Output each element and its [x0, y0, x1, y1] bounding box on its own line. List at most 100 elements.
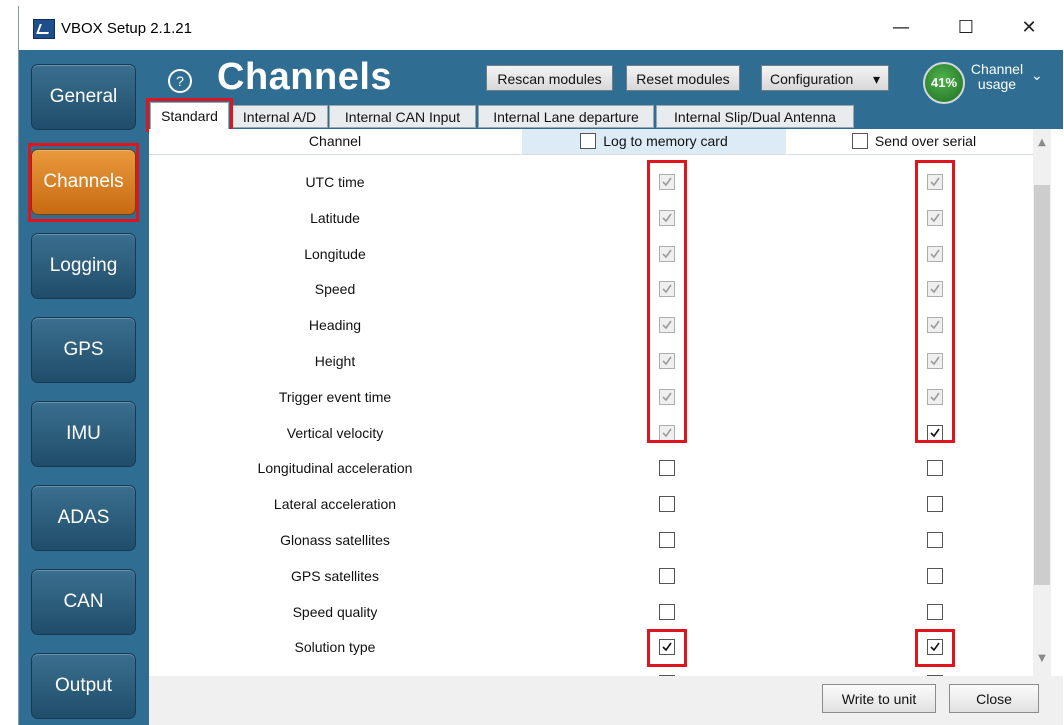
log-checkbox [659, 209, 675, 226]
nav-logging-button[interactable]: Logging [31, 233, 136, 299]
tab-standard[interactable]: Standard [150, 102, 229, 129]
channels-table: Channel Log to memory card Send over ser… [149, 129, 1063, 676]
checkmark-icon [662, 284, 672, 294]
log-checkbox [659, 353, 675, 369]
header-bar: ? Channels Rescan modules Reset modules … [147, 50, 1063, 104]
checkmark-icon [930, 320, 940, 330]
footer-bar: Write to unit Close [149, 676, 1063, 725]
serial-all-checkbox[interactable] [851, 132, 868, 149]
channel-name: Speed [314, 281, 356, 298]
scroll-up-icon[interactable]: ▲ [1033, 137, 1051, 148]
channel-name: Lateral acceleration [273, 496, 397, 513]
checkmark-icon [662, 320, 672, 330]
log-all-checkbox[interactable] [580, 132, 597, 149]
serial-checkbox[interactable] [927, 603, 943, 620]
close-window-button[interactable]: ✕ [1009, 14, 1049, 42]
vertical-scrollbar[interactable]: ▲ ▼ [1033, 129, 1051, 676]
checkmark-icon [930, 213, 940, 223]
serial-checkbox [927, 317, 943, 334]
checkmark-icon [662, 356, 672, 366]
checkmark-icon [930, 284, 940, 294]
log-checkbox[interactable] [659, 460, 675, 477]
nav-adas-button[interactable]: ADAS [31, 485, 136, 551]
help-icon[interactable]: ? [168, 69, 192, 93]
channel-usage-label: Channel usage [970, 61, 1024, 92]
nav-output-button[interactable]: Output [31, 653, 136, 719]
channel-name: Longitude [304, 245, 366, 262]
configuration-label: Configuration [770, 71, 854, 87]
scroll-thumb[interactable] [1034, 185, 1050, 585]
log-checkbox [659, 281, 675, 298]
log-checkbox [659, 245, 675, 262]
close-button[interactable]: Close [949, 684, 1039, 713]
title-bar: VBOX Setup 2.1.21 — ☐ ✕ [19, 6, 1063, 50]
checkmark-icon [930, 249, 940, 258]
tab-internal-can-input[interactable]: Internal CAN Input [329, 105, 476, 128]
log-checkbox[interactable] [659, 567, 675, 584]
tab-internal-ad[interactable]: Internal A/D [231, 105, 328, 128]
serial-checkbox[interactable] [927, 496, 943, 513]
tab-internal-lane-departure[interactable]: Internal Lane departure [478, 105, 654, 128]
checkmark-icon [930, 177, 940, 187]
sidebar: General Channels Logging GPS IMU ADAS CA… [19, 50, 147, 725]
usage-chevron-icon[interactable]: ⌄ [1031, 68, 1043, 84]
log-column-header[interactable]: Log to memory card [522, 129, 786, 155]
channel-name: Glonass satellites [280, 532, 390, 548]
channel-name: Longitudinal acceleration [257, 460, 413, 477]
log-checkbox [659, 388, 675, 405]
checkmark-icon [662, 642, 672, 652]
checkmark-icon [662, 213, 672, 223]
scroll-down-icon[interactable]: ▼ [1033, 653, 1051, 664]
reset-modules-button[interactable]: Reset modules [626, 65, 740, 91]
nav-channels-button[interactable]: Channels [31, 149, 136, 215]
nav-general-button[interactable]: General [31, 64, 136, 130]
checkmark-icon [662, 428, 672, 437]
log-checkbox[interactable] [659, 532, 675, 548]
channel-name: UTC time [305, 174, 365, 190]
checkmark-icon [930, 356, 940, 366]
log-checkbox [659, 424, 675, 441]
maximize-button[interactable]: ☐ [946, 14, 986, 42]
chevron-down-icon: ▾ [872, 71, 880, 87]
log-checkbox[interactable] [659, 496, 675, 513]
checkmark-icon [930, 642, 940, 652]
nav-imu-button[interactable]: IMU [31, 401, 136, 467]
serial-checkbox[interactable] [927, 639, 943, 656]
serial-checkbox[interactable] [927, 424, 943, 441]
checkmark-icon [662, 177, 672, 187]
channel-name: Vertical velocity [286, 424, 384, 441]
log-checkbox[interactable] [659, 603, 675, 620]
checkmark-icon [662, 249, 672, 258]
channel-name: GPS satellites [291, 567, 379, 584]
minimize-button[interactable]: — [881, 14, 921, 42]
vbox-app-icon [33, 19, 55, 39]
window-title: VBOX Setup 2.1.21 [61, 20, 192, 37]
checkmark-icon [930, 428, 940, 437]
app-window: VBOX Setup 2.1.21 — ☐ ✕ General Channels… [18, 6, 1063, 725]
channel-name: Latitude [310, 209, 360, 226]
channel-column-header: Channel [149, 129, 521, 155]
log-column-label: Log to memory card [603, 133, 728, 149]
nav-gps-button[interactable]: GPS [31, 317, 136, 383]
checkmark-icon [930, 392, 940, 402]
nav-can-button[interactable]: CAN [31, 569, 136, 635]
rescan-modules-button[interactable]: Rescan modules [486, 65, 613, 91]
serial-checkbox [927, 388, 943, 405]
serial-checkbox[interactable] [927, 567, 943, 584]
channel-name: Heading [308, 317, 362, 334]
serial-checkbox [927, 209, 943, 226]
serial-checkbox [927, 281, 943, 298]
serial-column-header[interactable]: Send over serial [787, 129, 1041, 155]
configuration-dropdown[interactable]: Configuration ▾ [761, 65, 889, 91]
channel-usage-indicator: 41% [923, 62, 965, 104]
tab-internal-slip-dual-antenna[interactable]: Internal Slip/Dual Antenna [656, 105, 854, 128]
log-checkbox[interactable] [659, 639, 675, 656]
write-to-unit-button[interactable]: Write to unit [822, 684, 936, 713]
serial-checkbox [927, 353, 943, 369]
channel-name: Speed quality [292, 603, 378, 620]
serial-checkbox [927, 245, 943, 262]
channel-name: Solution type [294, 639, 376, 656]
serial-checkbox[interactable] [927, 532, 943, 548]
checkmark-icon [662, 392, 672, 402]
serial-checkbox[interactable] [927, 460, 943, 477]
